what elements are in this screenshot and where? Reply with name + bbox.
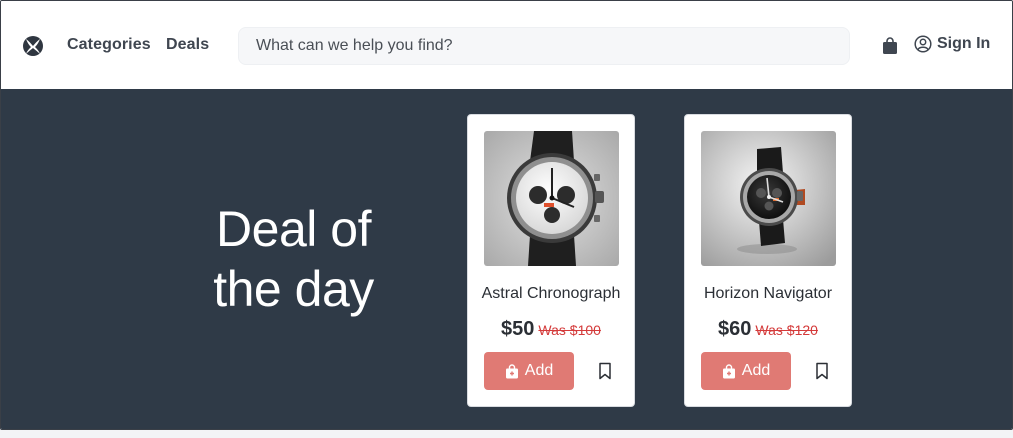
user-circle-icon bbox=[914, 35, 932, 53]
shopping-bag-icon bbox=[722, 363, 735, 378]
bookmark-icon[interactable] bbox=[596, 362, 614, 380]
add-button-label: Add bbox=[524, 362, 554, 379]
nav-link-deals[interactable]: Deals bbox=[166, 36, 209, 54]
watch-white-dial-image[interactable] bbox=[484, 131, 619, 266]
original-price: Was $100 bbox=[538, 322, 601, 338]
price-row: $60 Was $120 bbox=[685, 318, 851, 341]
price-row: $50 Was $100 bbox=[468, 318, 634, 341]
product-price: $60 bbox=[718, 318, 752, 340]
search-input[interactable] bbox=[238, 27, 850, 65]
original-price: Was $120 bbox=[755, 322, 818, 338]
product-card[interactable]: Horizon Navigator $60 Was $120 Add bbox=[684, 114, 852, 407]
shopping-bag-icon[interactable] bbox=[882, 37, 898, 55]
add-to-cart-button[interactable]: Add bbox=[484, 352, 574, 390]
xbox-logo-icon[interactable] bbox=[22, 35, 44, 57]
watch-black-dial-image[interactable] bbox=[701, 131, 836, 266]
page-frame: Categories Deals Sign In Deal of the day bbox=[0, 0, 1013, 430]
navbar: Categories Deals Sign In bbox=[1, 1, 1012, 89]
add-to-cart-button[interactable]: Add bbox=[701, 352, 791, 390]
sign-in-button[interactable]: Sign In bbox=[914, 35, 990, 53]
deal-of-the-day-banner: Deal of the day Astral Chronograph $50 W… bbox=[1, 89, 1012, 429]
add-button-label: Add bbox=[741, 362, 771, 379]
product-name[interactable]: Astral Chronograph bbox=[468, 285, 634, 303]
sign-in-label: Sign In bbox=[937, 35, 991, 52]
product-card[interactable]: Astral Chronograph $50 Was $100 Add bbox=[467, 114, 635, 407]
nav-link-categories[interactable]: Categories bbox=[67, 36, 151, 54]
bookmark-icon[interactable] bbox=[813, 362, 831, 380]
product-price: $50 bbox=[501, 318, 535, 340]
product-name[interactable]: Horizon Navigator bbox=[685, 285, 851, 303]
hero-title: Deal of the day bbox=[213, 201, 374, 317]
shopping-bag-icon bbox=[505, 363, 518, 378]
